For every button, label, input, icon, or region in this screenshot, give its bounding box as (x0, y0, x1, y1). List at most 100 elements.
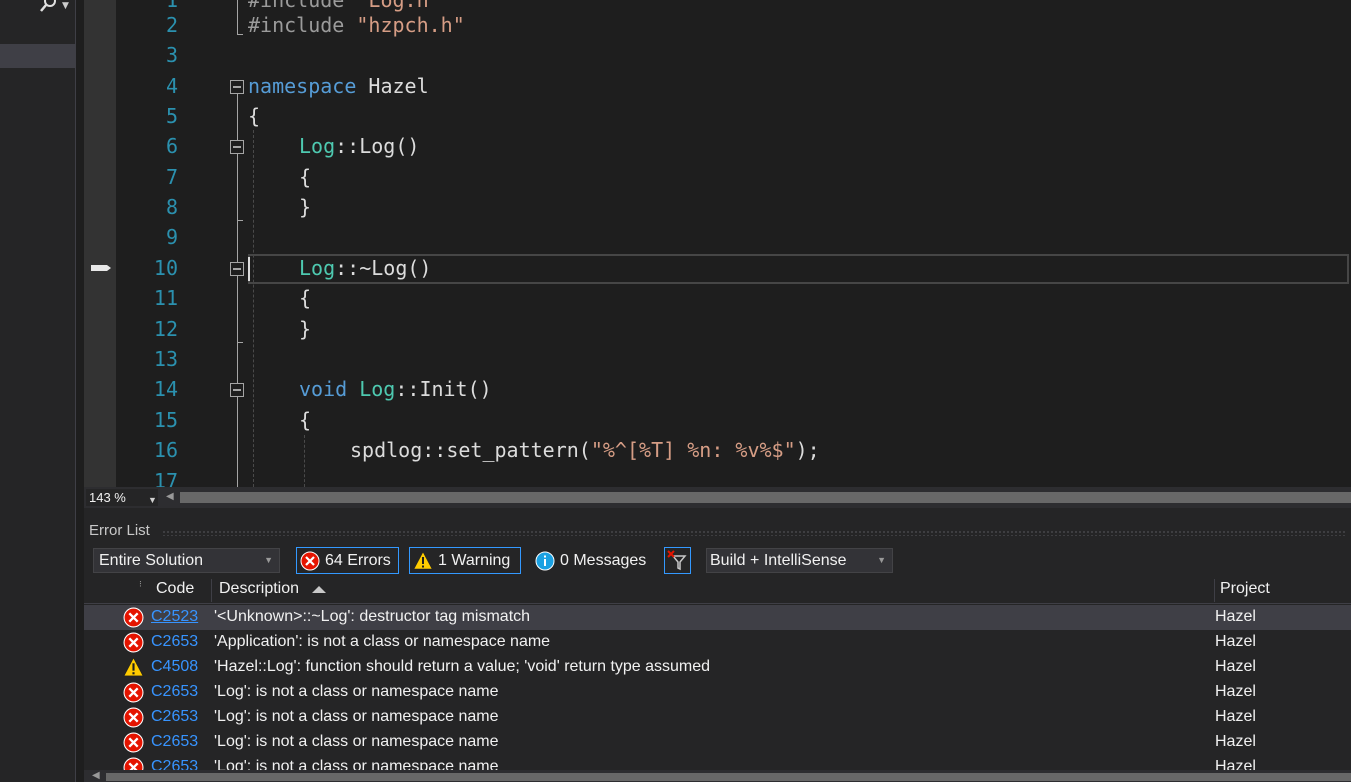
panel-title: Error List (89, 522, 150, 539)
scope-operator: :: (395, 377, 420, 401)
outline-end (237, 34, 243, 35)
function-name: set_pattern (446, 438, 579, 462)
error-project: Hazel (1215, 608, 1256, 625)
table-row[interactable]: C2653 'Log': is not a class or namespace … (84, 755, 1351, 770)
selected-tree-item[interactable] (0, 44, 76, 68)
error-code-link[interactable]: C2653 (151, 733, 198, 751)
error-icon (123, 707, 144, 728)
format-specifier: %^ (602, 438, 627, 462)
filter-toggle-button[interactable] (664, 547, 691, 574)
table-row[interactable]: C2523 '<Unknown>::~Log': destructor tag m… (84, 605, 1351, 630)
chevron-down-icon[interactable]: ▼ (877, 549, 886, 572)
messages-filter-button[interactable]: 0 Messages (531, 547, 651, 574)
error-description: '<Unknown>::~Log': destructor tag mismat… (214, 608, 531, 625)
keyword: namespace (248, 74, 357, 98)
zoom-level-select[interactable]: 143 % ▼ (86, 489, 158, 506)
indent-guide (304, 435, 305, 487)
column-separator[interactable] (211, 579, 212, 602)
string-literal: [ (626, 438, 640, 462)
error-project: Hazel (1215, 683, 1256, 700)
horizontal-scrollbar-thumb[interactable] (106, 773, 1351, 781)
function-name: Init (419, 377, 468, 401)
error-icon (300, 551, 320, 571)
error-project: Hazel (1215, 708, 1256, 725)
error-code-link[interactable]: C2653 (151, 683, 198, 701)
errors-filter-button[interactable]: 64 Errors (296, 547, 399, 574)
scope-operator: :: (335, 134, 360, 158)
parentheses: () (395, 134, 420, 158)
line-number: 2 (165, 13, 178, 37)
error-code-link[interactable]: C2653 (151, 758, 198, 770)
column-separator[interactable] (1214, 579, 1215, 602)
line-number: 17 (153, 469, 178, 487)
collapse-destructor-toggle[interactable] (230, 262, 244, 276)
collapse-namespace-toggle[interactable] (230, 80, 244, 94)
format-specifier: %n (687, 438, 712, 462)
column-header-code[interactable]: Code (156, 580, 194, 598)
scroll-left-icon[interactable]: ◀ (92, 770, 100, 781)
identifier: Hazel (356, 74, 429, 98)
chevron-down-icon[interactable]: ▼ (264, 549, 273, 572)
column-chooser-icon[interactable]: ⁝ (139, 579, 142, 590)
preprocessor-directive: #include (248, 13, 357, 37)
build-source-dropdown[interactable]: Build + IntelliSense ▼ (706, 548, 893, 573)
code-line-2: #include "hzpch.h" (248, 10, 465, 40)
function-name: Log (359, 134, 396, 158)
code-editor[interactable]: 1 2 3 4 5 6 7 8 9 10 11 12 13 14 15 16 1… (84, 0, 1351, 487)
error-project: Hazel (1215, 733, 1256, 750)
table-row[interactable]: C2653 'Log': is not a class or namespace … (84, 680, 1351, 705)
column-header-project[interactable]: Project (1220, 580, 1270, 598)
table-row[interactable]: C2653 'Log': is not a class or namespace … (84, 705, 1351, 730)
type-name: Log (299, 134, 336, 158)
scope-dropdown[interactable]: Entire Solution ▼ (93, 548, 280, 573)
text-caret (248, 257, 250, 281)
warnings-count-label: 1 Warning (438, 552, 511, 569)
line-number: 3 (165, 43, 178, 67)
error-code-link[interactable]: C2523 (151, 608, 198, 626)
string-literal: ] (663, 438, 688, 462)
namespace-name: spdlog (350, 438, 423, 462)
error-list-horizontal-scrollbar[interactable]: ◀ (84, 770, 1351, 782)
keyword: void (299, 377, 348, 401)
code-text-area[interactable]: #include "Log.h" #include "hzpch.h" name… (226, 0, 1351, 487)
chevron-down-icon[interactable]: ▼ (62, 1, 69, 11)
string-literal: " (590, 438, 603, 462)
column-header-description[interactable]: Description (219, 580, 299, 598)
errors-count-label: 64 Errors (325, 552, 391, 569)
parenthesis: ); (795, 438, 820, 462)
error-icon (123, 607, 144, 628)
warning-icon (123, 657, 144, 677)
table-row[interactable]: C2653 'Log': is not a class or namespace … (84, 730, 1351, 755)
line-number: 8 (165, 195, 178, 219)
error-icon (123, 682, 144, 703)
scope-value: Entire Solution (99, 552, 204, 569)
bookmark-arrow-icon (91, 265, 111, 271)
warnings-filter-button[interactable]: 1 Warning (409, 547, 521, 574)
error-code-link[interactable]: C2653 (151, 708, 198, 726)
indicator-margin (84, 0, 116, 487)
error-code-link[interactable]: C2653 (151, 633, 198, 651)
info-icon (535, 551, 555, 571)
panel-drag-grip[interactable] (162, 530, 1347, 536)
error-project: Hazel (1215, 658, 1256, 675)
string-literal: : (711, 438, 736, 462)
search-icon[interactable] (38, 0, 58, 14)
code-line-6: Log::Log() (299, 131, 419, 161)
outline-end (237, 220, 243, 221)
string-literal: " (783, 438, 796, 462)
error-list-rows: C2523 '<Unknown>::~Log': destructor tag m… (84, 605, 1351, 770)
table-row[interactable]: C4508 'Hazel::Log': function should retur… (84, 655, 1351, 680)
chevron-down-icon[interactable]: ▼ (148, 492, 157, 509)
table-row[interactable]: C2653 'Application': is not a class or na… (84, 630, 1351, 655)
code-line-10: Log::~Log() (299, 253, 431, 283)
code-line-11: { (299, 283, 311, 313)
scroll-left-icon[interactable]: ◀ (166, 491, 174, 502)
line-number: 15 (153, 408, 178, 432)
error-description: 'Log': is not a class or namespace name (214, 683, 499, 700)
horizontal-scrollbar-thumb[interactable] (180, 492, 1351, 503)
collapse-constructor-toggle[interactable] (230, 140, 244, 154)
error-list-panel: Error List Entire Solution ▼ 64 Errors 1… (84, 508, 1351, 782)
error-code-link[interactable]: C4508 (151, 658, 198, 676)
error-project: Hazel (1215, 633, 1256, 650)
collapse-init-toggle[interactable] (230, 383, 244, 397)
